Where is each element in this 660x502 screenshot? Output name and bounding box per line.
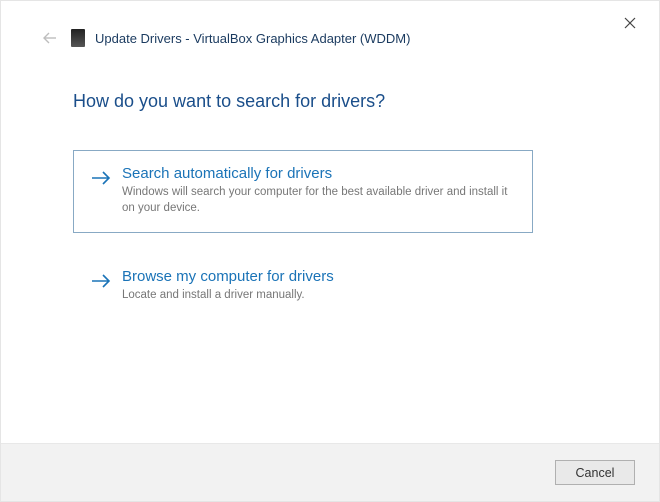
device-icon (71, 29, 85, 47)
option-description: Locate and install a driver manually. (122, 287, 516, 303)
option-title: Browse my computer for drivers (122, 268, 516, 285)
arrow-left-icon (42, 30, 58, 46)
option-browse-computer[interactable]: Browse my computer for drivers Locate an… (73, 253, 533, 320)
dialog-header: Update Drivers - VirtualBox Graphics Ada… (1, 1, 659, 57)
arrow-right-icon (90, 167, 112, 189)
cancel-button[interactable]: Cancel (555, 460, 635, 485)
dialog-content: How do you want to search for drivers? S… (1, 57, 659, 443)
titlebar (607, 1, 659, 41)
option-search-automatically[interactable]: Search automatically for drivers Windows… (73, 150, 533, 233)
option-text: Search automatically for drivers Windows… (122, 165, 516, 216)
dialog-footer: Cancel (1, 443, 659, 501)
arrow-right-icon (90, 270, 112, 292)
close-button[interactable] (607, 7, 653, 39)
question-heading: How do you want to search for drivers? (73, 91, 603, 112)
cancel-button-label: Cancel (576, 466, 615, 480)
option-description: Windows will search your computer for th… (122, 184, 516, 216)
back-button[interactable] (41, 29, 59, 47)
option-title: Search automatically for drivers (122, 165, 516, 182)
update-drivers-dialog: Update Drivers - VirtualBox Graphics Ada… (0, 0, 660, 502)
close-icon (624, 17, 636, 29)
dialog-title: Update Drivers - VirtualBox Graphics Ada… (95, 31, 410, 46)
option-text: Browse my computer for drivers Locate an… (122, 268, 516, 303)
